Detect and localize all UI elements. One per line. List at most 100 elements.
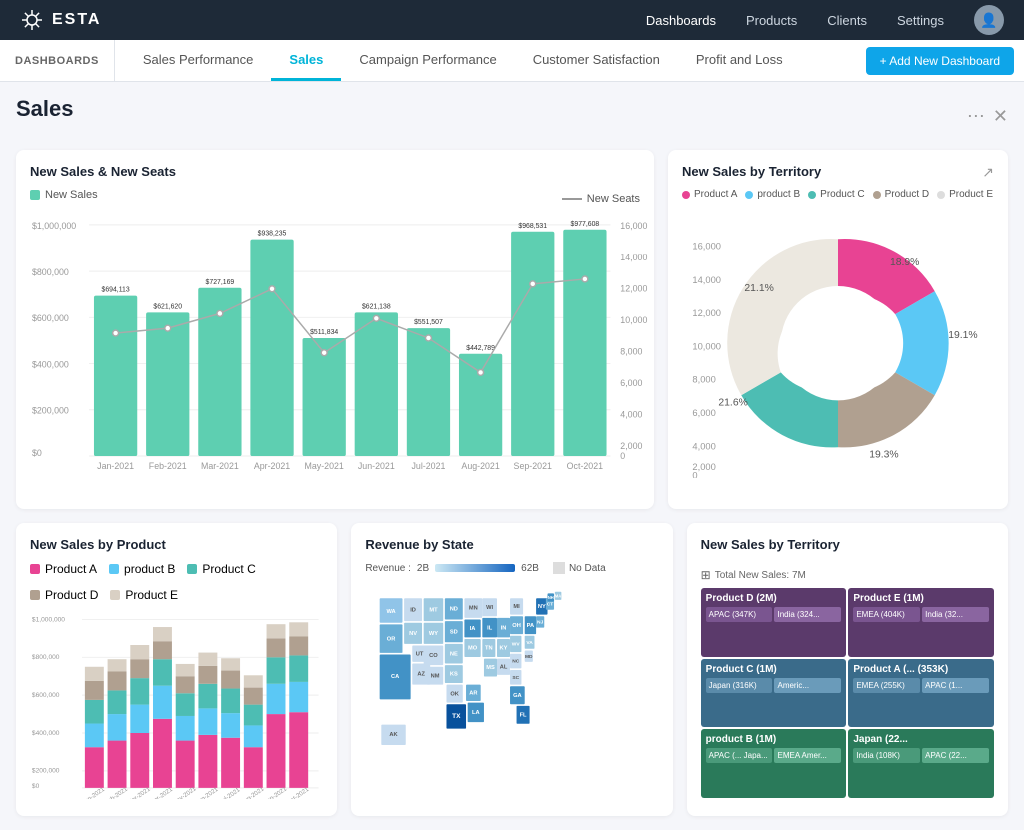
subcell-emea-b: EMEA Amer...: [774, 748, 841, 763]
y-right-5: 8,000: [692, 375, 715, 385]
svg-text:$938,235: $938,235: [258, 231, 287, 238]
cell-sub-a: EMEA (255K) APAC (1...: [853, 678, 989, 693]
expand-icon[interactable]: ↗: [982, 164, 994, 181]
svg-text:TN: TN: [485, 646, 493, 652]
page-title-row: Sales ⋯ ✕: [16, 96, 1008, 136]
page-content: Sales ⋯ ✕ New Sales & New Seats New Sale…: [0, 82, 1024, 830]
new-seats-legend-label: New Seats: [587, 193, 640, 205]
svg-text:NC: NC: [513, 659, 521, 665]
legend-label-e: Product E: [949, 189, 993, 200]
svg-text:$727,169: $727,169: [206, 279, 235, 286]
stacked-bar-svg: $1,000,000 $800,000 $600,000 $400,000 $2…: [30, 610, 323, 799]
nav-clients[interactable]: Clients: [827, 13, 867, 28]
y-right-1: 16,000: [692, 242, 721, 252]
subcell-japan-c: Japan (316K): [706, 678, 773, 693]
legend-pc: Product C: [187, 562, 255, 576]
svg-text:14,000: 14,000: [620, 252, 647, 262]
svg-text:$977,608: $977,608: [571, 221, 600, 228]
cell-title-japan: Japan (22...: [853, 734, 989, 745]
svg-text:$600,000: $600,000: [32, 692, 60, 699]
tab-profit-loss[interactable]: Profit and Loss: [678, 40, 801, 81]
svg-text:$800,000: $800,000: [32, 267, 69, 277]
cell-title-d: Product D (2M): [706, 593, 842, 604]
subcell-india-e: India (32...: [922, 607, 989, 622]
tab-campaign-performance[interactable]: Campaign Performance: [341, 40, 514, 81]
legend-label-b: product B: [757, 189, 800, 200]
svg-text:MO: MO: [468, 646, 478, 652]
bar-jan: [94, 296, 137, 456]
nav-products[interactable]: Products: [746, 13, 797, 28]
page-title: Sales: [16, 96, 74, 122]
svg-text:0: 0: [620, 451, 625, 461]
grid-icon: ⊞: [701, 568, 711, 582]
svg-text:$694,113: $694,113: [102, 287, 130, 294]
label-pa: Product A: [45, 562, 97, 576]
tab-customer-satisfaction[interactable]: Customer Satisfaction: [515, 40, 678, 81]
bar-jun: [355, 312, 398, 456]
svg-text:Sep-2021: Sep-2021: [514, 461, 552, 471]
new-sales-territory-bottom-card: New Sales by Territory ⊞ Total New Sales…: [687, 523, 1008, 816]
label-pc: Product C: [202, 562, 255, 576]
svg-text:$621,138: $621,138: [362, 303, 391, 310]
revenue-gradient: [435, 564, 515, 572]
cell-title-a: Product A (... (353K): [853, 664, 989, 675]
legend-product-b: product B: [745, 189, 800, 200]
revenue-min: 2B: [417, 563, 429, 574]
svg-text:OR: OR: [387, 637, 396, 643]
treemap-cell-product-c: Product C (1M) Japan (316K) Americ...: [701, 659, 847, 728]
donut-svg: 19.1% 19.3% 21.6% 21.1% 18.9% 16,000 14,…: [682, 208, 994, 478]
dot-pa: [30, 564, 40, 574]
svg-text:Jan-2021: Jan-2021: [97, 461, 134, 471]
close-icon[interactable]: ✕: [993, 106, 1008, 127]
tab-sales-performance[interactable]: Sales Performance: [125, 40, 272, 81]
line-dot: [269, 286, 275, 292]
label-c: 21.6%: [718, 398, 747, 409]
new-seats-legend-dash: [562, 198, 582, 200]
svg-text:AZ: AZ: [418, 672, 426, 678]
tabs: Sales Performance Sales Campaign Perform…: [115, 40, 866, 81]
cell-sub-c: Japan (316K) Americ...: [706, 678, 842, 693]
nav-links: Dashboards Products Clients Settings 👤: [646, 5, 1004, 35]
new-seats-legend: New Seats: [562, 193, 640, 205]
svg-text:$1,000,000: $1,000,000: [32, 221, 76, 231]
svg-text:NE: NE: [450, 651, 458, 657]
svg-text:Feb-2021: Feb-2021: [149, 461, 187, 471]
line-dot: [426, 335, 432, 341]
legend-pd: Product D: [30, 588, 98, 602]
cell-title-b: product B (1M): [706, 734, 842, 745]
tab-sales[interactable]: Sales: [271, 40, 341, 81]
donut-hole: [781, 286, 895, 400]
svg-text:MT: MT: [430, 607, 439, 613]
label-pb: product B: [124, 562, 175, 576]
line-dot: [217, 310, 223, 316]
svg-text:OK: OK: [451, 691, 460, 697]
bar-chart-svg: $1,000,000 $800,000 $600,000 $400,000 $2…: [30, 215, 640, 471]
cell-title-c: Product C (1M): [706, 664, 842, 675]
line-dot: [530, 281, 536, 287]
svg-text:MS: MS: [487, 665, 496, 671]
more-options-icon[interactable]: ⋯: [967, 106, 985, 127]
territory-total-label: Total New Sales: 7M: [715, 570, 806, 581]
label-d: 19.3%: [869, 450, 898, 461]
legend-dot-c: [808, 191, 816, 199]
svg-text:Apr-2021: Apr-2021: [254, 461, 290, 471]
avatar[interactable]: 👤: [974, 5, 1004, 35]
logo: ESTA: [20, 8, 101, 32]
svg-text:$1,000,000: $1,000,000: [32, 616, 65, 623]
svg-text:WA: WA: [387, 609, 396, 615]
svg-text:CA: CA: [391, 674, 399, 680]
svg-text:TX: TX: [452, 713, 461, 720]
svg-text:KS: KS: [450, 672, 458, 678]
subcell-apac-b: APAC (... Japa...: [706, 748, 773, 763]
new-sales-legend-label: New Sales: [45, 189, 98, 201]
svg-text:LA: LA: [472, 710, 480, 716]
nav-settings[interactable]: Settings: [897, 13, 944, 28]
nav-dashboards[interactable]: Dashboards: [646, 13, 716, 28]
treemap-cell-product-a: Product A (... (353K) EMEA (255K) APAC (…: [848, 659, 994, 728]
legend-label-a: Product A: [694, 189, 737, 200]
treemap-cell-product-e: Product E (1M) EMEA (404K) India (32...: [848, 588, 994, 657]
svg-text:ND: ND: [450, 607, 458, 613]
cell-sub-b: APAC (... Japa... EMEA Amer...: [706, 748, 842, 763]
cell-sub-e: EMEA (404K) India (32...: [853, 607, 989, 622]
add-dashboard-button[interactable]: + Add New Dashboard: [866, 47, 1014, 75]
